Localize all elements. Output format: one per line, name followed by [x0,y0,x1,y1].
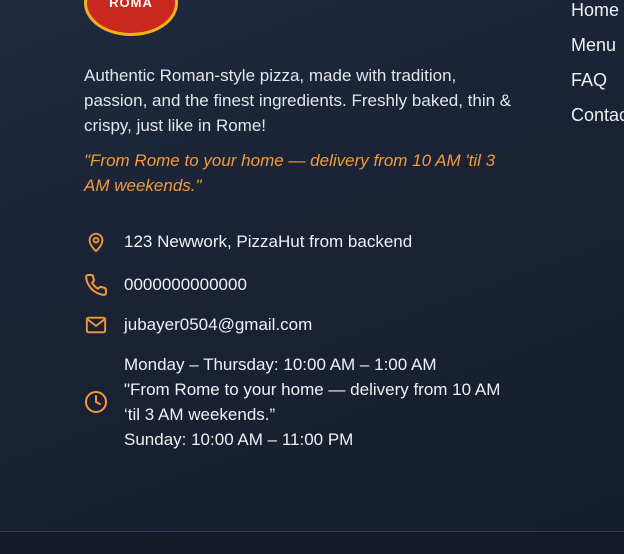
mail-icon [84,313,108,337]
map-pin-icon [84,230,108,254]
phone-icon [84,273,108,297]
hours-sunday: Sunday: 10:00 AM – 11:00 PM [124,430,354,449]
email-text[interactable]: jubayer0504@gmail.com [124,312,312,337]
footer-bottom-bar [0,532,624,554]
delivery-tagline: "From Rome to your home — delivery from … [84,151,496,195]
hours-text: Monday – Thursday: 10:00 AM – 1:00 AM "F… [124,352,514,452]
address-text: 123 Newwork, PizzaHut from backend [124,232,413,251]
nav-link-home[interactable]: Home [571,0,624,33]
nav-link-faq[interactable]: FAQ [571,68,624,103]
hours-note: "From Rome to your home — delivery from … [124,380,501,424]
logo-text: ROMA [109,0,153,10]
site-footer: ROMA Authentic Roman-style pizza, made w… [0,0,624,531]
roma-logo[interactable]: ROMA [84,0,178,36]
clock-icon [84,390,108,414]
contact-phone: 0000000000000 [84,272,247,297]
footer-nav: Home Menu FAQ Contact [571,0,624,138]
phone-text[interactable]: 0000000000000 [124,272,247,297]
contact-address: 123 Newwork, PizzaHut from backend [84,229,412,254]
about-description: Authentic Roman-style pizza, made with t… [84,66,512,135]
nav-link-menu[interactable]: Menu [571,33,624,68]
hours-weekdays: Monday – Thursday: 10:00 AM – 1:00 AM [124,355,437,374]
contact-email: jubayer0504@gmail.com [84,312,312,337]
nav-link-contact[interactable]: Contact [571,103,624,138]
contact-hours: Monday – Thursday: 10:00 AM – 1:00 AM "F… [84,352,514,452]
